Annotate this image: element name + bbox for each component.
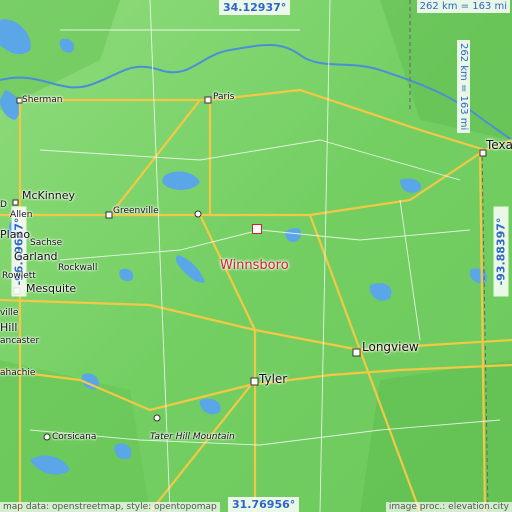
- place-tater-hill[interactable]: Tater Hill Mountain: [150, 432, 235, 442]
- place-waxahachie[interactable]: ahachie: [0, 368, 35, 378]
- place-ville[interactable]: ville: [0, 308, 18, 318]
- place-rowlett[interactable]: Rowlett: [2, 271, 36, 281]
- coord-top: 34.12937°: [219, 0, 291, 15]
- place-tyler[interactable]: Tyler: [259, 372, 287, 386]
- place-texarkana[interactable]: Texa: [486, 138, 512, 152]
- place-hill[interactable]: Hill: [0, 321, 17, 334]
- place-longview[interactable]: Longview: [362, 340, 419, 354]
- place-sachse[interactable]: Sachse: [30, 238, 62, 248]
- target-label[interactable]: Winnsboro: [220, 258, 289, 273]
- place-mckinney[interactable]: McKinney: [22, 189, 75, 202]
- place-plano[interactable]: Plano: [0, 228, 30, 241]
- coord-bottom: 31.76956°: [228, 497, 300, 512]
- scale-top: 262 km = 163 mi: [416, 0, 510, 13]
- place-rockwall[interactable]: Rockwall: [58, 263, 97, 273]
- place-lancaster[interactable]: ancaster: [0, 336, 39, 346]
- coord-right: -93.88397°: [493, 206, 509, 297]
- scale-right: 262 km = 163 mi: [457, 40, 470, 134]
- place-greenville[interactable]: Greenville: [113, 206, 159, 216]
- place-sherman[interactable]: Sherman: [22, 95, 62, 105]
- credit-image-proc: image proc.: elevation.city: [385, 502, 512, 512]
- target-marker-icon[interactable]: [252, 224, 262, 234]
- place-paris[interactable]: Paris: [213, 92, 234, 102]
- map-canvas[interactable]: 34.12937° 31.76956° -96.69647° -93.88397…: [0, 0, 512, 512]
- place-allen[interactable]: Allen: [10, 210, 32, 220]
- place-d-left[interactable]: D: [0, 200, 7, 210]
- place-mesquite[interactable]: Mesquite: [26, 282, 76, 295]
- credit-map-data: map data: openstreetmap, style: opentopo…: [0, 502, 220, 512]
- place-garland[interactable]: Garland: [14, 250, 58, 263]
- place-corsicana[interactable]: Corsicana: [52, 432, 96, 442]
